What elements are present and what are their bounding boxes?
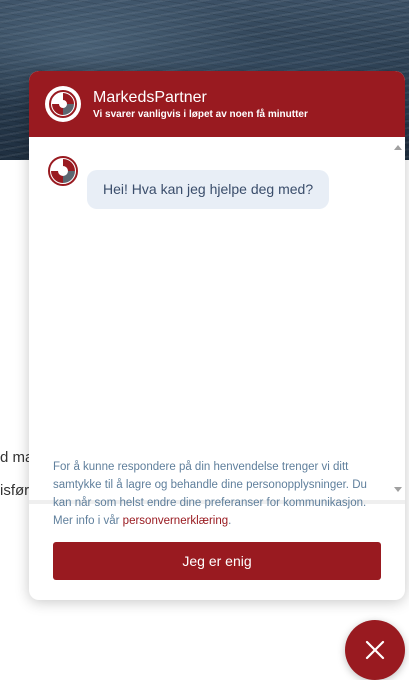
consent-panel: For å kunne respondere på din henvendels… [29,461,405,600]
close-icon [365,640,385,660]
bot-message-bubble: Hei! Hva kan jeg hjelpe deg med? [87,170,330,209]
scroll-down-arrow-icon[interactable] [394,487,402,492]
consent-trailing: . [228,515,232,527]
message-scrollbar[interactable] [391,137,405,500]
chat-header: MarkedsPartner Vi svarer vanligvis i løp… [29,71,405,137]
close-chat-button[interactable] [345,620,405,680]
message-list: Hei! Hva kan jeg hjelpe deg med? [29,137,405,500]
scroll-up-arrow-icon[interactable] [394,145,402,150]
privacy-policy-link[interactable]: personvernerklæring [123,515,228,527]
chat-subtitle: Vi svarer vanligvis i løpet av noen få m… [93,109,308,120]
background-text-line-2: isfør [0,482,30,499]
chat-title: MarkedsPartner [93,89,207,106]
agree-button[interactable]: Jeg er enig [53,542,381,580]
chat-widget: MarkedsPartner Vi svarer vanligvis i løp… [29,71,405,600]
bot-avatar-icon [47,155,79,187]
consent-text: For å kunne respondere på din henvendels… [53,458,383,530]
markedspartner-logo-icon [45,86,81,122]
